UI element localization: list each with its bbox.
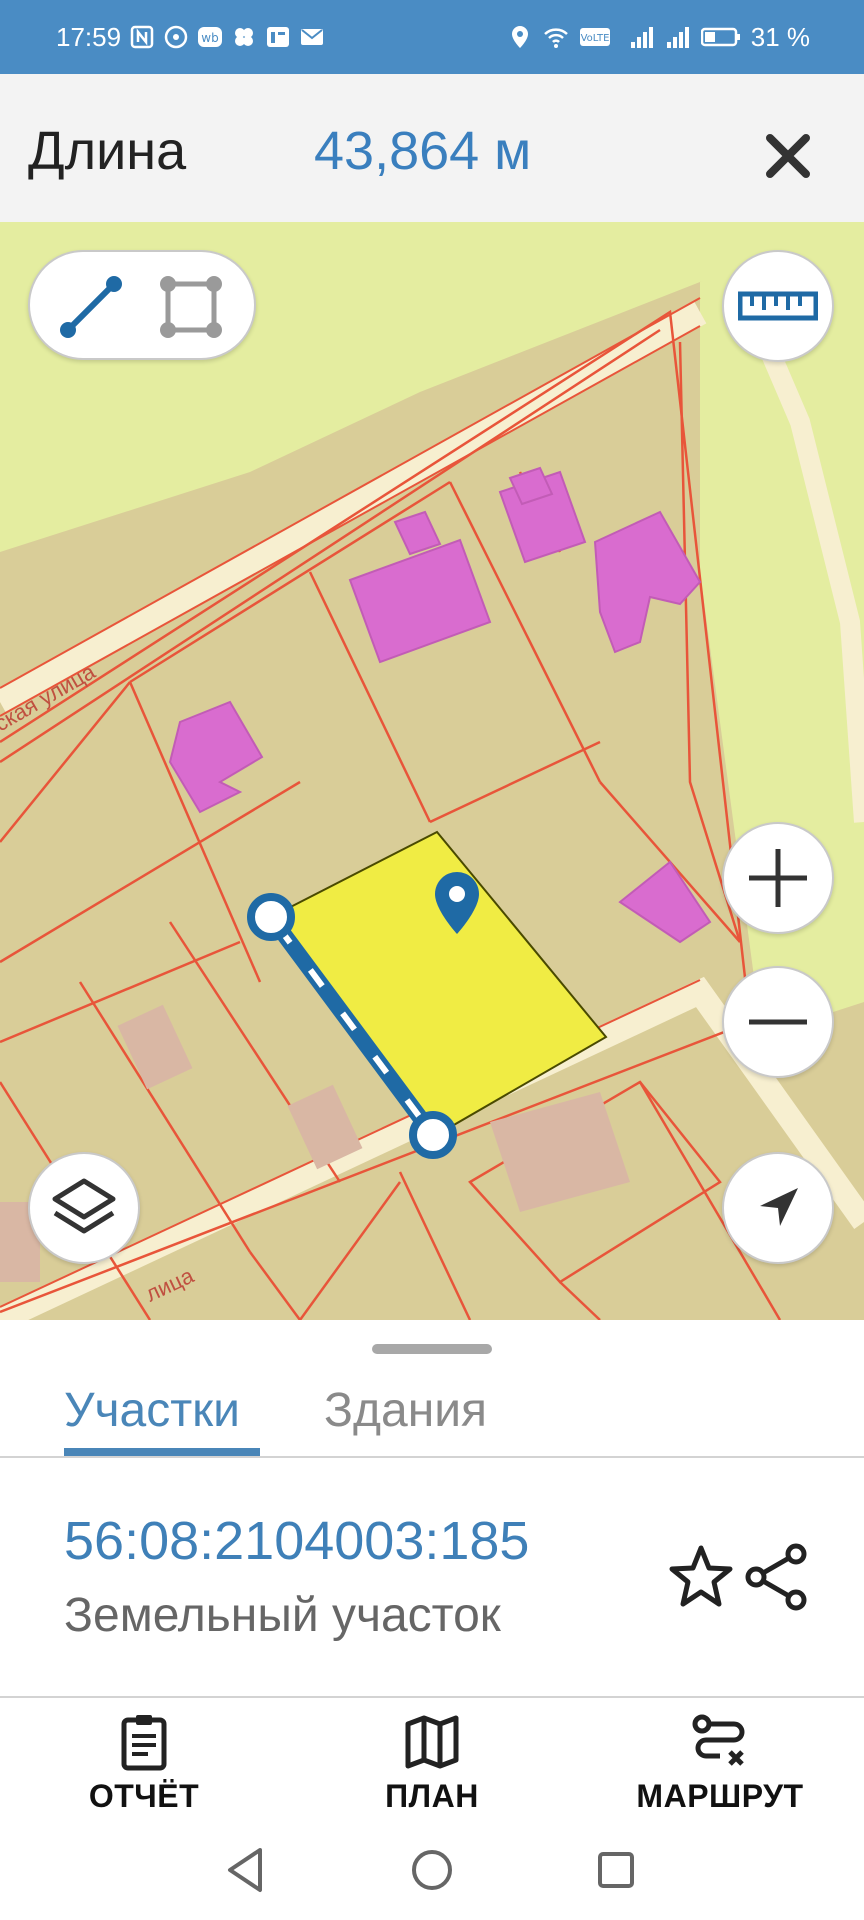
status-bar: 17:59 wb VoLTE 31 % bbox=[0, 0, 864, 74]
length-label: Длина bbox=[28, 121, 187, 181]
nav-route[interactable]: МАРШРУТ bbox=[600, 1712, 840, 1820]
star-icon[interactable] bbox=[666, 1542, 736, 1612]
flower-icon bbox=[235, 28, 254, 46]
tab-parcels[interactable]: Участки bbox=[64, 1364, 240, 1458]
map-canvas[interactable]: ская улица лица bbox=[0, 222, 864, 1320]
nav-report-label: ОТЧЁТ bbox=[88, 1778, 200, 1814]
status-left: 17:59 wb bbox=[56, 0, 325, 74]
info-sheet: Участки Здания 56:08:2104003:185 Земельн… bbox=[0, 1320, 864, 1698]
location-icon bbox=[511, 26, 528, 48]
news-icon bbox=[267, 27, 290, 47]
plus-icon bbox=[749, 849, 807, 907]
wb-icon: wb bbox=[198, 27, 223, 47]
ruler-button[interactable] bbox=[722, 250, 834, 362]
sheet-drag-handle[interactable] bbox=[372, 1344, 492, 1354]
system-navigation-bar bbox=[0, 1820, 864, 1920]
zoom-in-button[interactable] bbox=[722, 822, 834, 934]
length-value: 43,864 м bbox=[314, 121, 532, 181]
navigation-arrow-icon bbox=[760, 1188, 798, 1226]
battery-percent: 31 % bbox=[750, 21, 810, 52]
measurement-vertex-handle[interactable] bbox=[247, 893, 295, 941]
zoom-out-button[interactable] bbox=[722, 966, 834, 1078]
clipboard-icon bbox=[121, 1715, 167, 1771]
route-icon bbox=[692, 1714, 745, 1766]
status-time: 17:59 bbox=[56, 21, 122, 52]
minus-icon bbox=[749, 1019, 807, 1025]
nav-report[interactable]: ОТЧЁТ bbox=[24, 1712, 264, 1820]
map-view[interactable]: ская улица лица bbox=[0, 222, 864, 1320]
battery-icon bbox=[700, 27, 740, 47]
ruler-icon bbox=[738, 291, 818, 321]
divider bbox=[0, 1456, 864, 1458]
svg-text:VoLTE: VoLTE bbox=[580, 33, 609, 44]
recents-icon[interactable] bbox=[586, 1840, 646, 1900]
active-tab-indicator bbox=[64, 1448, 260, 1456]
line-measure-icon[interactable] bbox=[58, 274, 124, 340]
signal-icon bbox=[666, 27, 689, 48]
tab-buildings[interactable]: Здания bbox=[324, 1364, 487, 1458]
status-right: VoLTE 31 % bbox=[507, 0, 810, 74]
nav-plan-label: ПЛАН bbox=[385, 1778, 479, 1814]
area-measure-icon[interactable] bbox=[158, 274, 224, 340]
my-location-button[interactable] bbox=[722, 1152, 834, 1264]
home-icon[interactable] bbox=[402, 1840, 462, 1900]
parcel-cadastral-number[interactable]: 56:08:2104003:185 bbox=[64, 1510, 529, 1572]
measurement-header: Длина 43,864 м bbox=[0, 74, 864, 222]
layers-icon bbox=[52, 1178, 116, 1234]
nav-plan[interactable]: ПЛАН bbox=[312, 1712, 552, 1820]
signal-icon bbox=[630, 27, 653, 48]
svg-text:wb: wb bbox=[201, 31, 218, 45]
parcel-type: Земельный участок bbox=[64, 1589, 501, 1642]
bottom-navigation: ОТЧЁТ ПЛАН МАРШРУТ bbox=[0, 1698, 864, 1820]
close-icon[interactable] bbox=[752, 120, 824, 192]
share-icon[interactable] bbox=[742, 1542, 812, 1612]
back-icon[interactable] bbox=[216, 1840, 276, 1900]
map-icon bbox=[405, 1715, 459, 1769]
measurement-vertex-handle[interactable] bbox=[409, 1111, 457, 1159]
chat-icon bbox=[164, 25, 188, 49]
nav-route-label: МАРШРУТ bbox=[636, 1778, 804, 1814]
measure-tool-selector bbox=[28, 250, 256, 360]
layers-button[interactable] bbox=[28, 1152, 140, 1264]
nfc-icon bbox=[130, 25, 154, 49]
wifi-icon bbox=[543, 28, 568, 48]
volte-icon: VoLTE bbox=[579, 28, 610, 46]
mail-icon bbox=[301, 29, 324, 45]
